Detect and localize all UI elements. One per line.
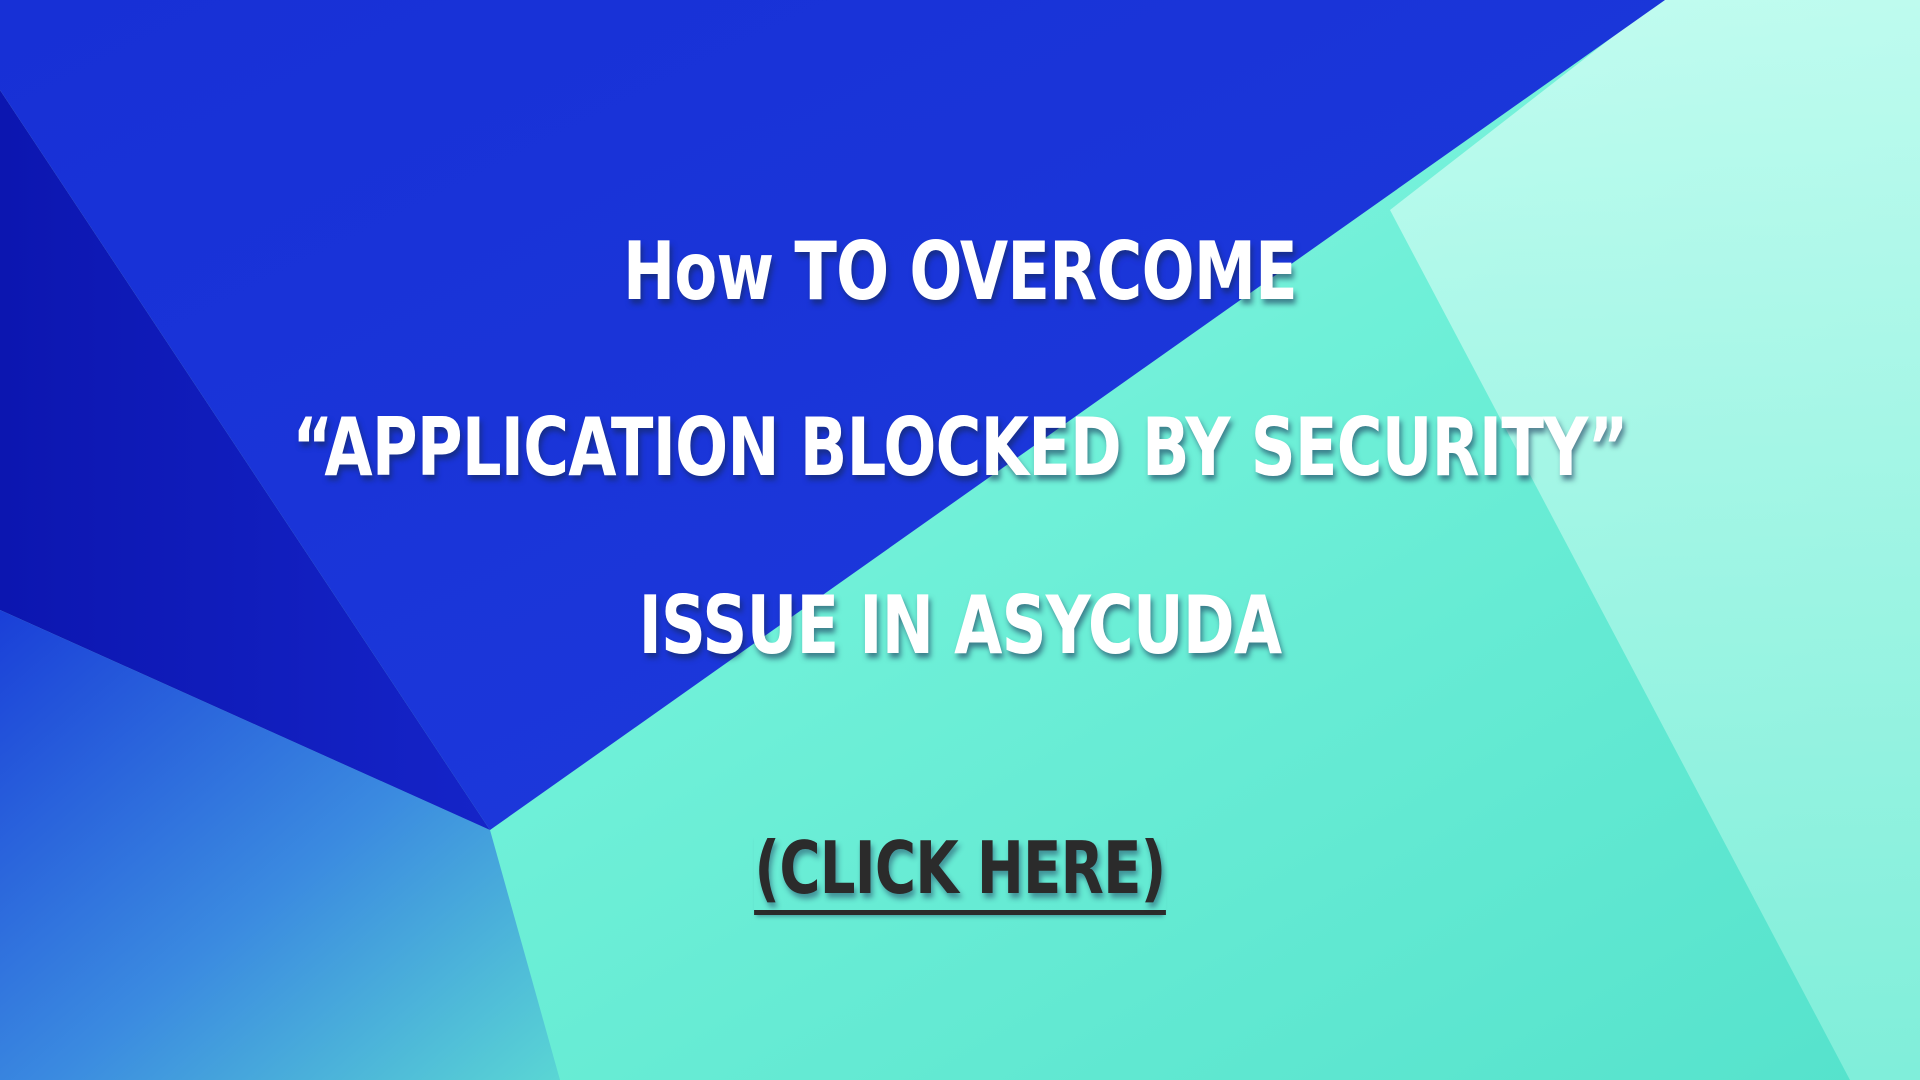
headline-line-1: How TO OVERCOME [622, 225, 1298, 318]
headline-line-2: “APPLICATION BLOCKED BY SECURITY” [292, 401, 1628, 494]
headline-line-3: ISSUE IN ASYCUDA [638, 579, 1283, 672]
promo-banner: How TO OVERCOME “APPLICATION BLOCKED BY … [0, 0, 1920, 1080]
cta-container: (CLICK HERE) [211, 832, 1709, 915]
geometric-background [0, 0, 1920, 1080]
click-here-link[interactable]: (CLICK HERE) [754, 832, 1166, 915]
